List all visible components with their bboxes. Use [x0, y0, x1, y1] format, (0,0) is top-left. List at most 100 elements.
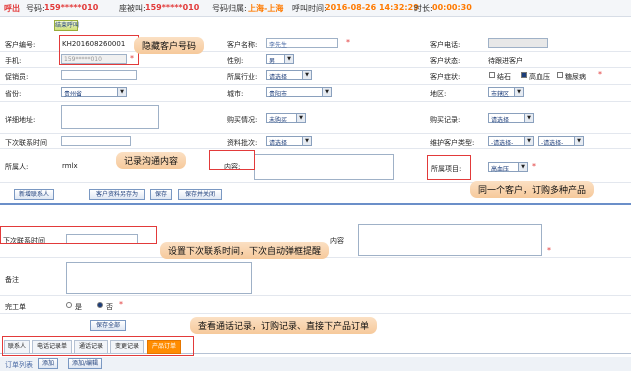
industry-value: 请选择: [269, 74, 288, 81]
annotation-box-tabs: [2, 336, 194, 356]
district-label: 地区:: [430, 90, 447, 98]
address-textarea[interactable]: [61, 105, 159, 129]
district-select[interactable]: 市辖区 ▼: [488, 87, 524, 98]
call-time-label: 呼叫时间:: [292, 4, 327, 13]
address-label: 详细地址:: [5, 116, 36, 124]
city-label: 城市:: [227, 90, 244, 98]
city-select[interactable]: 贵阳市 ▼: [266, 87, 332, 98]
next-contact-input[interactable]: [61, 136, 131, 146]
gender-select[interactable]: 男 ▼: [266, 54, 294, 65]
chevron-down-icon: ▼: [302, 71, 311, 79]
callout-multi-product: 同一个客户，订购多种产品: [470, 181, 595, 198]
mobile-label: 手机:: [5, 57, 22, 65]
location-label: 号码归属:: [212, 4, 247, 13]
finish-yes-label: 是: [75, 303, 82, 311]
symptoms-label: 客户症状:: [430, 73, 461, 81]
required-star: *: [119, 300, 123, 309]
callout-record-content: 记录沟通内容: [116, 152, 187, 169]
add-contact-button[interactable]: 新增联系人: [14, 189, 54, 200]
hangup-button[interactable]: 结束呼叫: [54, 20, 79, 31]
content-textarea[interactable]: [254, 154, 394, 180]
chevron-down-icon: ▼: [574, 137, 583, 145]
finish-no-radio[interactable]: [97, 302, 103, 308]
save-button[interactable]: 保存: [150, 189, 172, 200]
required-star: *: [532, 162, 536, 171]
called-value: 159*****010: [145, 3, 200, 12]
customer-phone-input[interactable]: [488, 38, 548, 48]
chevron-down-icon: ▼: [514, 88, 523, 96]
finish-yes-radio[interactable]: [66, 302, 72, 308]
chevron-down-icon: ▼: [117, 88, 126, 96]
customer-name-value: 李先生: [269, 42, 288, 49]
annotation-box-next-contact: [0, 226, 157, 244]
gender-label: 性别:: [227, 57, 244, 65]
required-star: *: [346, 38, 350, 47]
content-textarea-2[interactable]: [358, 224, 542, 256]
symptom-option-1: 结石: [497, 73, 511, 81]
duration-value: 00:00:30: [432, 3, 472, 12]
required-star: *: [547, 246, 551, 255]
customer-phone-label: 客户电话:: [430, 41, 461, 49]
chevron-down-icon: ▼: [322, 88, 331, 96]
location-value: 上海-上海: [248, 4, 284, 13]
purchase-situation-label: 购买情况:: [227, 116, 258, 124]
note-label: 备注: [5, 276, 19, 284]
gender-value: 男: [269, 58, 276, 65]
maintain-type-value-2: -请选择-: [541, 140, 564, 147]
content-label-2: 内容: [330, 237, 344, 245]
promoter-label: 促销员:: [5, 73, 29, 81]
purchase-record-label: 购买记录:: [430, 116, 461, 124]
purchase-situation-select[interactable]: 未购买 ▼: [266, 113, 306, 124]
call-time-value: 2016-08-26 14:32:29: [325, 3, 419, 12]
required-star: *: [598, 70, 602, 79]
call-status-bar: 呼出 号码: 159*****010 座被叫: 159*****010 号码归属…: [0, 0, 631, 17]
maintain-type-select-1[interactable]: -请选择- ▼: [488, 136, 534, 147]
add-order-button[interactable]: 添加/编辑: [68, 358, 102, 369]
add-button[interactable]: 添加: [38, 358, 58, 369]
chevron-down-icon: ▼: [524, 137, 533, 145]
chevron-down-icon: ▼: [296, 114, 305, 122]
project-select[interactable]: 高血压 ▼: [488, 162, 528, 173]
promoter-input[interactable]: [61, 70, 137, 80]
customer-name-input[interactable]: 李先生: [266, 38, 338, 49]
purchase-situation-value: 未购买: [269, 117, 288, 124]
symptom-checkbox-2[interactable]: [521, 72, 527, 78]
duration-label: 时长:: [414, 4, 433, 13]
annotation-box-mobile: [59, 35, 139, 65]
symptom-checkbox-1[interactable]: [489, 72, 495, 78]
symptom-checkbox-3[interactable]: [557, 72, 563, 78]
industry-select[interactable]: 请选择 ▼: [266, 70, 312, 81]
maintain-type-value-1: -请选择-: [491, 140, 514, 147]
maintain-type-select-2[interactable]: -请选择- ▼: [538, 136, 584, 147]
industry-label: 所属行业:: [227, 73, 258, 81]
number-value: 159*****010: [44, 3, 99, 12]
note-textarea[interactable]: [66, 262, 252, 294]
save-close-button[interactable]: 保存并关闭: [178, 189, 222, 200]
annotation-box-content: [209, 150, 255, 170]
save-customer-as-button[interactable]: 客户资料另存为: [89, 189, 145, 200]
district-value: 市辖区: [491, 91, 510, 98]
callout-hide-number: 隐藏客户号码: [134, 37, 205, 54]
province-value: 贵州省: [64, 91, 83, 98]
order-list-label: 订单列表: [5, 361, 33, 369]
province-label: 省份:: [5, 90, 22, 98]
province-select[interactable]: 贵州省 ▼: [61, 87, 127, 98]
purchase-record-select[interactable]: 请选择 ▼: [488, 113, 534, 124]
callout-view-records: 查看通话记录，订购记录、直接下产品订单: [190, 317, 378, 334]
section-divider: [0, 203, 631, 205]
number-label: 号码:: [26, 4, 45, 13]
info-batch-label: 资料批次:: [227, 139, 258, 147]
customer-status-value: 待跟进客户: [488, 57, 523, 65]
chevron-down-icon: ▼: [302, 137, 311, 145]
call-type: 呼出: [4, 4, 20, 13]
save-all-button[interactable]: 保存全部: [90, 320, 126, 331]
symptom-option-3: 糖尿病: [565, 73, 586, 81]
customer-id-label: 客户编号:: [5, 41, 36, 49]
annotation-box-project: [427, 155, 471, 180]
project-value: 高血压: [491, 166, 510, 173]
customer-status-label: 客户状态:: [430, 57, 461, 65]
owner-label: 所属人:: [5, 163, 29, 171]
finish-label: 完工单: [5, 303, 26, 311]
info-batch-select[interactable]: 请选择 ▼: [266, 136, 312, 147]
info-batch-value: 请选择: [269, 140, 288, 147]
